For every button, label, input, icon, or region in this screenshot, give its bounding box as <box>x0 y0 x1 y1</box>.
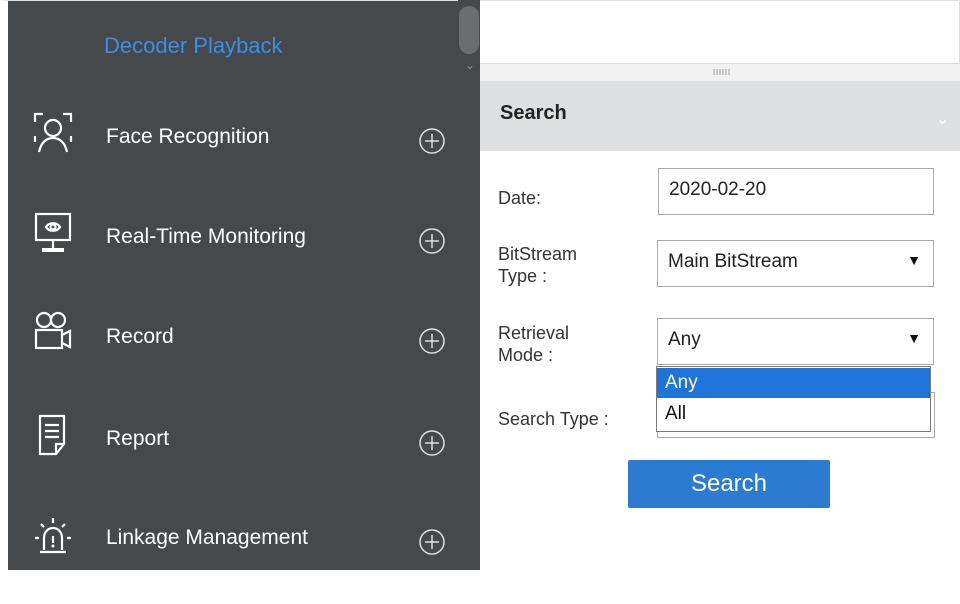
expand-plus-icon[interactable] <box>418 227 446 255</box>
retrieval-mode-label: Retrieval Mode : <box>498 323 570 365</box>
monitor-icon <box>34 212 72 252</box>
retrieval-mode-dropdown-list[interactable]: Any All <box>656 366 931 432</box>
expand-plus-icon[interactable] <box>418 528 446 556</box>
grip-icon[interactable] <box>712 69 732 75</box>
bitstream-type-value: Main BitStream <box>668 251 798 272</box>
search-section-header[interactable]: Search ⌄ <box>480 81 960 151</box>
sidebar-item-label: Real-Time Monitoring <box>106 225 306 248</box>
sidebar-item-real-time-monitoring[interactable]: Real-Time Monitoring <box>8 210 458 300</box>
video-camera-icon <box>34 311 72 350</box>
face-icon <box>33 112 73 153</box>
alarm-icon <box>35 518 71 554</box>
chevron-down-icon[interactable]: ⌄ <box>936 109 949 129</box>
sidebar-item-record[interactable]: Record <box>8 310 458 400</box>
bitstream-type-label: BitStream Type : <box>498 244 578 286</box>
option-any[interactable]: Any <box>657 368 930 398</box>
expand-plus-icon[interactable] <box>418 429 446 457</box>
date-label: Date: <box>498 188 542 208</box>
panel-top-area <box>480 0 960 63</box>
retrieval-mode-select[interactable]: Any ▼ <box>657 318 934 365</box>
section-title: Search <box>500 102 567 124</box>
sidebar-item-label: Report <box>106 427 170 450</box>
dropdown-arrow-icon: ▼ <box>907 330 921 346</box>
sidebar-item-label: Face Recognition <box>106 125 270 148</box>
report-icon <box>38 414 66 456</box>
scrollbar-thumb[interactable] <box>459 6 479 54</box>
sidebar-item-decoder-playback[interactable]: Decoder Playback <box>104 33 283 59</box>
search-button[interactable]: Search <box>628 460 830 508</box>
expand-plus-icon[interactable] <box>418 127 446 155</box>
date-field[interactable]: 2020-02-20 <box>658 168 934 215</box>
sidebar-item-face-recognition[interactable]: Face Recognition <box>8 110 458 200</box>
retrieval-mode-value: Any <box>668 329 701 350</box>
expand-plus-icon[interactable] <box>418 327 446 355</box>
search-type-label: Search Type : <box>498 409 609 429</box>
panel-splitter[interactable] <box>480 63 960 81</box>
sidebar-item-report[interactable]: Report <box>8 412 458 502</box>
option-all[interactable]: All <box>657 399 930 429</box>
sidebar-scrollbar[interactable] <box>458 0 480 570</box>
sidebar-item-label: Record <box>106 325 174 348</box>
sidebar-item-label: Linkage Management <box>106 526 308 549</box>
bitstream-type-select[interactable]: Main BitStream ▼ <box>657 240 934 287</box>
dropdown-arrow-icon: ▼ <box>907 252 921 268</box>
scroll-down-icon[interactable]: ⌄ <box>462 58 478 72</box>
date-value: 2020-02-20 <box>669 179 767 200</box>
sidebar-item-linkage-management[interactable]: Linkage Management <box>8 514 458 604</box>
